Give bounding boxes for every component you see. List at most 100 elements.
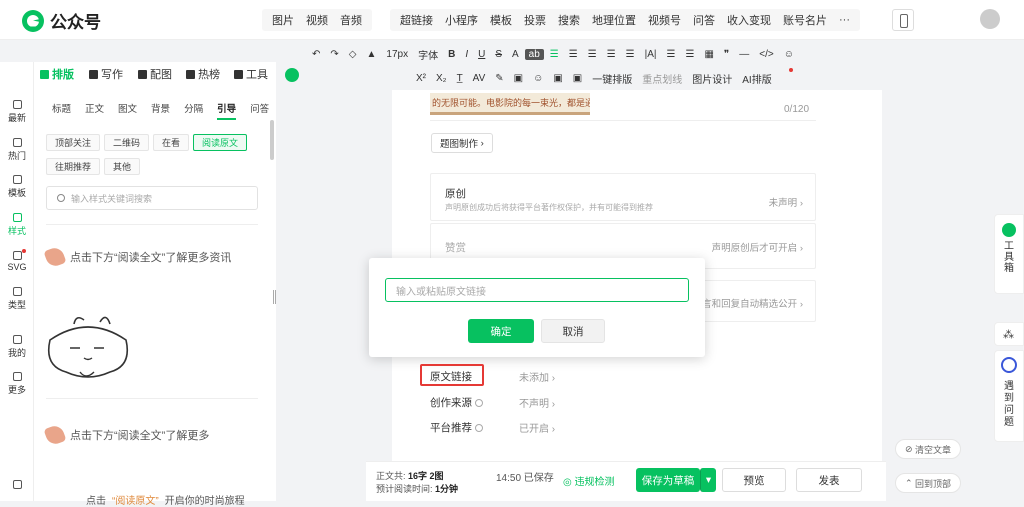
panel-resize-handle[interactable]	[273, 290, 276, 304]
sidenav-type[interactable]: 类型	[0, 287, 34, 311]
sidenav-more[interactable]: 更多	[0, 372, 34, 396]
underline-icon[interactable]: U	[474, 49, 489, 60]
sticker-icon[interactable]: ☺	[529, 73, 547, 84]
line-height-icon[interactable]: ☰	[603, 49, 620, 60]
code-icon[interactable]: </>	[755, 49, 777, 60]
redo-icon[interactable]: ↷	[326, 49, 342, 60]
save-draft-button[interactable]: 保存为草稿	[636, 468, 700, 492]
text-indent-icon[interactable]: T̲	[453, 73, 467, 84]
app-logo[interactable]: 公众号	[22, 8, 101, 33]
insert-location[interactable]: 地理位置	[586, 12, 642, 28]
highlight-color-icon[interactable]: ab	[524, 48, 544, 60]
insert-template[interactable]: 模板	[484, 12, 518, 28]
style-tab-imagetext[interactable]: 图文	[118, 101, 137, 120]
sidenav-style[interactable]: 样式	[0, 213, 34, 237]
clear-format-icon[interactable]: ▲	[362, 49, 380, 60]
undo-icon[interactable]: ↶	[308, 49, 324, 60]
quote-icon[interactable]: ❞	[720, 49, 733, 60]
help-icon[interactable]	[475, 424, 483, 433]
ordered-list-icon[interactable]: ☰	[681, 49, 698, 60]
ai-layout-button[interactable]: AI排版	[738, 71, 775, 86]
insert-audio-menu[interactable]: 音频	[334, 12, 368, 28]
style-template-1[interactable]: 点击下方“阅读全文”了解更多资讯	[43, 245, 231, 269]
divider-icon[interactable]: —	[735, 49, 753, 60]
subscript-icon[interactable]: X₂	[432, 73, 451, 84]
insert-monetize[interactable]: 收入变现	[721, 12, 777, 28]
original-link-input[interactable]: 输入或粘贴原文链接	[385, 278, 689, 302]
option-platform-recommend[interactable]: 平台推荐	[430, 420, 483, 435]
insert-search[interactable]: 搜索	[552, 12, 586, 28]
style-tab-title[interactable]: 标题	[52, 101, 71, 120]
underline-highlight-button[interactable]: 重点划线	[638, 71, 686, 86]
help-button[interactable]: 遇到问题	[994, 350, 1024, 442]
tab-tools[interactable]: 工具	[234, 66, 268, 82]
unordered-list-icon[interactable]: ☰	[663, 49, 680, 60]
image-design-button[interactable]: 图片设计	[688, 71, 736, 86]
table-icon[interactable]: ▦	[700, 49, 717, 60]
style-tab-background[interactable]: 背景	[151, 101, 170, 120]
style-tab-guide[interactable]: 引导	[217, 101, 237, 120]
save-dropdown-button[interactable]: ▾	[700, 468, 716, 492]
style-template-3[interactable]: 点击 “阅读原文” 开启你的时尚旅程	[86, 492, 245, 507]
tab-trending[interactable]: 热榜	[186, 66, 220, 82]
style-tab-body[interactable]: 正文	[85, 101, 104, 120]
insert-hyperlink[interactable]: 超链接	[394, 12, 439, 28]
one-click-layout-button[interactable]: 一键排版	[588, 71, 636, 86]
chip-in-view[interactable]: 在看	[153, 134, 190, 151]
sidenav-hot[interactable]: 热门	[0, 138, 34, 162]
italic-icon[interactable]: I	[461, 49, 472, 60]
insert-video-menu[interactable]: 视频	[300, 12, 334, 28]
violation-check[interactable]: ◎ 违规检测	[563, 473, 615, 488]
cancel-button[interactable]: 取消	[541, 319, 605, 343]
align-center-icon[interactable]: ☰	[565, 49, 582, 60]
option-platform-recommend-value[interactable]: 已开启 ›	[519, 420, 555, 435]
toolbox-panel-toggle[interactable]: 工具箱	[994, 214, 1024, 294]
chip-other[interactable]: 其他	[104, 158, 141, 175]
letter-spacing-icon[interactable]: |A|	[641, 49, 661, 60]
style-template-2[interactable]: 点击下方“阅读全文”了解更多	[43, 423, 209, 447]
option-creation-source-value[interactable]: 不声明 ›	[519, 395, 555, 410]
option-creation-source[interactable]: 创作来源	[430, 395, 483, 410]
align-right-icon[interactable]: ☰	[584, 49, 601, 60]
clear-article-button[interactable]: ⊘ 清空文章	[895, 439, 962, 459]
original-card[interactable]: 原创 声明原创成功后将获得平台著作权保护，并有可能得到推荐 未声明 ›	[430, 173, 816, 221]
gif-icon[interactable]: ▣	[549, 73, 566, 84]
help-icon[interactable]	[475, 399, 483, 408]
chip-qrcode[interactable]: 二维码	[104, 134, 150, 151]
sidenav-latest[interactable]: 最新	[0, 100, 34, 124]
avatar[interactable]	[980, 9, 1000, 29]
plugin-toggle[interactable]	[285, 68, 299, 82]
cover-design-button[interactable]: 题图制作 ›	[431, 133, 493, 153]
chip-read-original[interactable]: 阅读原文	[193, 134, 248, 151]
chip-follow-top[interactable]: 顶部关注	[46, 134, 101, 151]
paragraph-spacing-icon[interactable]: ☰	[622, 49, 639, 60]
sidenav-svg[interactable]: SVG	[0, 251, 34, 272]
sidenav-mine[interactable]: 我的	[0, 335, 34, 359]
align-left-icon[interactable]: ☰	[546, 49, 563, 60]
format-painter-icon[interactable]: ◇	[345, 49, 361, 60]
insert-channels[interactable]: 视频号	[642, 12, 687, 28]
insert-image-menu[interactable]: 图片	[266, 12, 300, 28]
image-insert-icon[interactable]: ▣	[510, 73, 527, 84]
sidenav-template[interactable]: 模板	[0, 175, 34, 199]
style-search-input[interactable]: 输入样式关键词搜索	[46, 186, 258, 210]
insert-vote[interactable]: 投票	[518, 12, 552, 28]
goat-illustration[interactable]	[40, 310, 136, 386]
headset-icon[interactable]	[0, 480, 34, 491]
preview-button[interactable]: 预览	[722, 468, 786, 492]
char-spacing-icon[interactable]: AV	[469, 73, 490, 84]
chip-past-recommend[interactable]: 往期推荐	[46, 158, 101, 175]
back-to-top-button[interactable]: ⌃ 回到顶部	[895, 473, 962, 493]
font-family-select[interactable]: 字体	[414, 47, 442, 62]
gift-icon[interactable]: ▣	[569, 73, 586, 84]
style-tab-divider[interactable]: 分隔	[184, 101, 203, 120]
style-tab-qa[interactable]: 问答	[250, 101, 269, 120]
option-original-link-value[interactable]: 未添加 ›	[519, 369, 555, 384]
tab-images[interactable]: 配图	[138, 66, 172, 82]
publish-button[interactable]: 发表	[796, 468, 862, 492]
confirm-button[interactable]: 确定	[468, 319, 534, 343]
more-menu[interactable]: ···	[833, 14, 856, 26]
font-size-select[interactable]: 17px	[382, 49, 412, 60]
brush-icon[interactable]: ✎	[491, 73, 507, 84]
strikethrough-icon[interactable]: S	[491, 49, 506, 60]
